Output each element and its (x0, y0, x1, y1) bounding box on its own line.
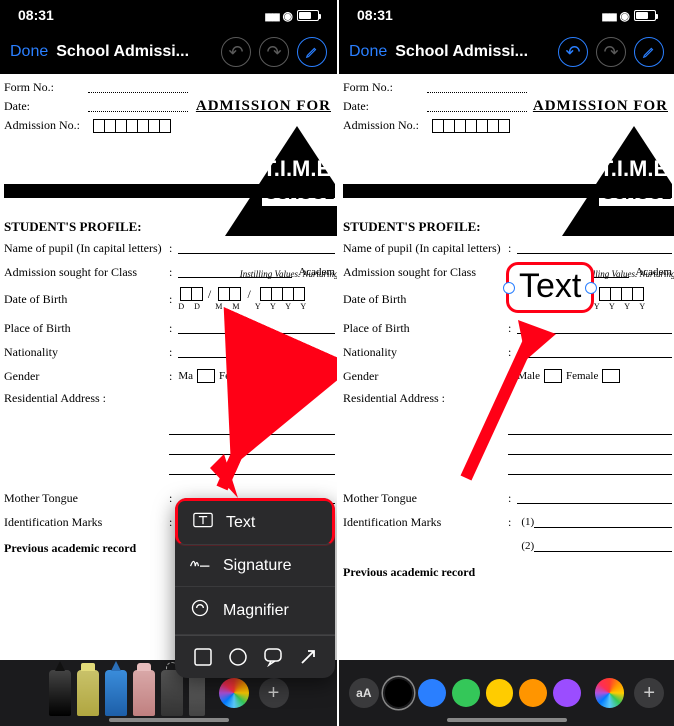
undo-button[interactable] (558, 37, 588, 67)
done-button[interactable]: Done (349, 43, 387, 61)
prev-record: Previous academic record (343, 565, 672, 580)
status-bar: 08:31 (0, 0, 337, 30)
color-wheel-button[interactable] (219, 678, 249, 708)
nav-bar: Done School Admissi... (339, 30, 674, 74)
pen-tool[interactable] (49, 670, 71, 716)
text-style-toolbar: aA + (339, 660, 674, 726)
popup-magnifier-button[interactable]: Magnifier (175, 587, 335, 635)
field-pob-label: Place of Birth (4, 321, 169, 336)
admission-no-label: Admission No.: (4, 118, 92, 133)
form-no-label: Form No.: (4, 80, 84, 95)
eraser-tool[interactable] (133, 670, 155, 716)
status-bar: 08:31 (339, 0, 674, 30)
text-icon (192, 512, 214, 533)
doc-heading: ADMISSION FOR (196, 98, 331, 115)
color-swatch-black[interactable] (385, 679, 413, 707)
clock: 08:31 (18, 7, 54, 23)
color-swatch-orange[interactable] (519, 679, 547, 707)
annotation-arrow-icon (210, 370, 290, 515)
logo-tagline: Instilling Values. Nurturing Exc (217, 269, 337, 279)
redo-button[interactable] (596, 37, 626, 67)
add-button[interactable]: + (259, 678, 289, 708)
logo-brand: T.I.M.E. (247, 156, 337, 182)
admission-no-label: Admission No.: (343, 118, 431, 133)
font-style-button[interactable]: aA (349, 678, 379, 708)
field-gender-label: Gender (4, 369, 169, 384)
popup-shapes-row (175, 635, 335, 678)
battery-icon (634, 10, 656, 21)
done-button[interactable]: Done (10, 43, 48, 61)
field-tongue-label: Mother Tongue (4, 491, 169, 506)
wifi-icon (283, 7, 293, 23)
color-swatch-blue[interactable] (418, 679, 446, 707)
inserted-text-box[interactable]: Text (506, 262, 594, 313)
highlighter-tool[interactable] (77, 670, 99, 716)
form-no-label: Form No.: (343, 80, 423, 95)
redo-button[interactable] (259, 37, 289, 67)
field-addr-label: Residential Address : (4, 391, 169, 406)
shape-speech-button[interactable] (262, 646, 284, 668)
color-swatch-purple[interactable] (553, 679, 581, 707)
date-label: Date: (343, 99, 423, 114)
field-nat-label: Nationality (4, 345, 169, 360)
wifi-icon (620, 7, 630, 23)
color-swatch-green[interactable] (452, 679, 480, 707)
clock: 08:31 (357, 7, 393, 23)
pencil-tool[interactable] (105, 670, 127, 716)
add-element-popup: Text Signature Magnifier (175, 498, 335, 678)
field-dob-label: Date of Birth (4, 292, 169, 307)
battery-icon (297, 10, 319, 21)
signature-icon (189, 556, 211, 575)
home-indicator[interactable] (109, 718, 229, 722)
field-marks-label: Identification Marks (4, 515, 169, 530)
shape-arrow-button[interactable] (297, 646, 319, 668)
markup-toggle-button[interactable] (297, 37, 327, 67)
lasso-tool[interactable] (161, 670, 183, 716)
markup-toggle-button[interactable] (634, 37, 664, 67)
signal-icon (265, 7, 279, 23)
popup-signature-label: Signature (223, 557, 292, 575)
shape-circle-button[interactable] (227, 646, 249, 668)
field-class-label: Admission sought for Class (4, 265, 169, 280)
color-swatch-yellow[interactable] (486, 679, 514, 707)
popup-magnifier-label: Magnifier (223, 602, 289, 620)
document-title: School Admissi... (395, 43, 550, 61)
color-wheel-button[interactable] (595, 678, 625, 708)
add-button[interactable]: + (634, 678, 664, 708)
nav-bar: Done School Admissi... (0, 30, 337, 74)
popup-text-label: Text (226, 514, 255, 532)
popup-signature-button[interactable]: Signature (175, 545, 335, 587)
inserted-text-content[interactable]: Text (519, 267, 581, 305)
date-label: Date: (4, 99, 84, 114)
magnifier-icon (189, 598, 211, 623)
doc-heading: ADMISSION FOR (533, 98, 668, 115)
document-title: School Admissi... (56, 43, 213, 61)
undo-button[interactable] (221, 37, 251, 67)
annotation-arrow-icon (448, 310, 558, 495)
field-name-label: Name of pupil (In capital letters) (4, 241, 169, 256)
left-pane: 08:31 Done School Admissi... ADMISSION F… (0, 0, 337, 726)
shape-square-button[interactable] (192, 646, 214, 668)
home-indicator[interactable] (447, 718, 567, 722)
signal-icon (602, 7, 616, 23)
